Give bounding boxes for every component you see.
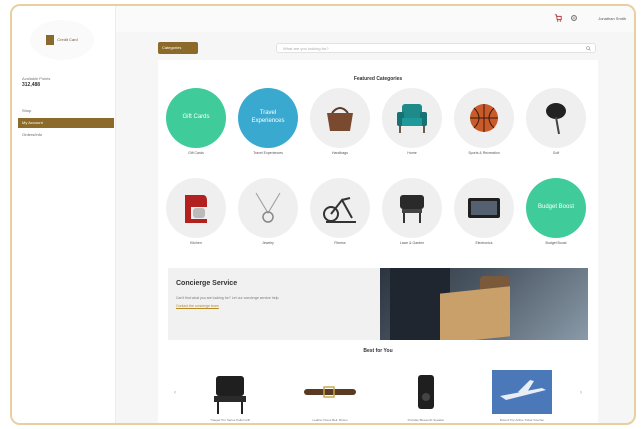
app-window: Credit Card Available Points 312,488 Sho… bbox=[10, 4, 636, 425]
category-circle bbox=[454, 178, 514, 238]
category-label: Handbags bbox=[332, 151, 348, 155]
handbag-icon bbox=[327, 107, 353, 131]
grill-icon bbox=[400, 195, 424, 223]
category-label: Electronics bbox=[475, 241, 493, 245]
logo-mark-icon bbox=[46, 35, 55, 45]
sidebar-nav: Shop My Account Orders/Info bbox=[18, 106, 114, 142]
category-circle bbox=[382, 88, 442, 148]
product-carousel: ‹ Traeger Pro Series Pellet Grill Leathe… bbox=[168, 360, 588, 423]
category-label: Kitchen bbox=[190, 241, 202, 245]
category-label: Sports & Recreation bbox=[468, 151, 500, 155]
category-circle bbox=[166, 178, 226, 238]
search-icon[interactable] bbox=[586, 46, 591, 51]
carousel-prev-icon[interactable]: ‹ bbox=[174, 390, 176, 396]
exercise-bike-icon bbox=[323, 197, 356, 223]
category-kitchen[interactable]: Kitchen bbox=[166, 178, 226, 248]
logo-text: Credit Card bbox=[57, 36, 78, 42]
concierge-link[interactable]: Contact the concierge team bbox=[176, 304, 219, 308]
sidebar-item-orders[interactable]: Orders/Info bbox=[18, 130, 114, 140]
category-label: Travel Experiences bbox=[253, 151, 283, 155]
category-circle bbox=[310, 178, 370, 238]
category-circle: Travel Experiences bbox=[238, 88, 298, 148]
category-sports[interactable]: Sports & Recreation bbox=[454, 88, 514, 158]
photo-shopping-bag bbox=[440, 286, 510, 340]
best-for-you-title: Best for You bbox=[363, 348, 393, 354]
product-image bbox=[392, 368, 460, 416]
categories-button[interactable]: Categories bbox=[158, 42, 198, 54]
category-circle: Gift Cards bbox=[166, 88, 226, 148]
category-label: Budget Boost bbox=[545, 241, 567, 245]
category-circle bbox=[526, 88, 586, 148]
points-label: Available Points bbox=[22, 76, 51, 81]
armchair-icon bbox=[397, 104, 427, 133]
speaker-icon bbox=[418, 375, 434, 409]
topbar: Jonathan Smith bbox=[116, 6, 634, 32]
product-image bbox=[296, 368, 364, 416]
concierge-banner: Concierge Service Can't find what you ar… bbox=[168, 268, 588, 340]
product-label: Portable Bluetooth Speaker bbox=[407, 418, 445, 422]
sidebar: Credit Card Available Points 312,488 Sho… bbox=[12, 6, 116, 423]
carousel-next-icon[interactable]: › bbox=[580, 390, 582, 396]
category-fitness[interactable]: Fitness bbox=[310, 178, 370, 248]
brand-logo[interactable]: Credit Card bbox=[30, 20, 94, 60]
category-label: Gift Cards bbox=[188, 151, 204, 155]
product-image bbox=[488, 368, 556, 416]
concierge-description: Can't find what you are looking for? Let… bbox=[176, 296, 280, 300]
category-budget-boost[interactable]: Budget Boost Budget Boost bbox=[526, 178, 586, 248]
product-label: Round-Trip Airline Ticket Voucher bbox=[499, 418, 545, 422]
sidebar-item-my-account[interactable]: My Account bbox=[18, 118, 114, 128]
username-menu[interactable]: Jonathan Smith bbox=[598, 16, 626, 21]
belt-icon bbox=[304, 386, 356, 398]
product-label: Leather Dress Belt, Brown bbox=[312, 418, 348, 422]
category-travel[interactable]: Travel Experiences Travel Experiences bbox=[238, 88, 298, 158]
featured-categories-title: Featured Categories bbox=[353, 76, 403, 82]
airplane-icon bbox=[492, 370, 552, 414]
category-circle: Budget Boost bbox=[526, 178, 586, 238]
product-card[interactable]: Round-Trip Airline Ticket Voucher bbox=[488, 368, 556, 423]
category-lawn-garden[interactable]: Lawn & Garden bbox=[382, 178, 442, 248]
search-placeholder: What are you looking for? bbox=[283, 46, 329, 51]
category-label: Lawn & Garden bbox=[399, 241, 425, 245]
golf-club-icon bbox=[546, 103, 566, 135]
category-jewelry[interactable]: Jewelry bbox=[238, 178, 298, 248]
stand-mixer-icon bbox=[185, 195, 207, 223]
category-golf[interactable]: Golf bbox=[526, 88, 586, 158]
gear-icon[interactable] bbox=[570, 14, 578, 22]
category-label: Fitness bbox=[334, 241, 346, 245]
category-circle bbox=[310, 88, 370, 148]
category-gift-cards[interactable]: Gift Cards Gift Cards bbox=[166, 88, 226, 158]
category-label: Home bbox=[407, 151, 417, 155]
product-image bbox=[196, 368, 264, 416]
category-circle bbox=[454, 88, 514, 148]
category-label: Golf bbox=[552, 151, 560, 155]
search-input[interactable]: What are you looking for? bbox=[276, 43, 596, 53]
category-label: Jewelry bbox=[262, 241, 274, 245]
tablet-icon bbox=[468, 198, 500, 218]
category-home[interactable]: Home bbox=[382, 88, 442, 158]
category-circle bbox=[238, 178, 298, 238]
product-card[interactable]: Traeger Pro Series Pellet Grill bbox=[196, 368, 264, 423]
concierge-photo bbox=[380, 268, 588, 340]
category-electronics[interactable]: Electronics bbox=[454, 178, 514, 248]
necklace-icon bbox=[255, 192, 281, 223]
sidebar-item-shop[interactable]: Shop bbox=[18, 106, 114, 116]
product-label: Traeger Pro Series Pellet Grill bbox=[210, 418, 250, 422]
product-card[interactable]: Portable Bluetooth Speaker bbox=[392, 368, 460, 423]
cart-icon[interactable] bbox=[554, 14, 562, 22]
product-card[interactable]: Leather Dress Belt, Brown bbox=[296, 368, 364, 423]
points-value: 312,488 bbox=[22, 82, 41, 88]
pellet-grill-icon bbox=[214, 376, 246, 414]
category-handbags[interactable]: Handbags bbox=[310, 88, 370, 158]
concierge-title: Concierge Service bbox=[176, 280, 238, 287]
basketball-icon bbox=[470, 104, 498, 132]
category-circle bbox=[382, 178, 442, 238]
main-content: Featured Categories Gift Cards Gift Card… bbox=[158, 60, 598, 423]
